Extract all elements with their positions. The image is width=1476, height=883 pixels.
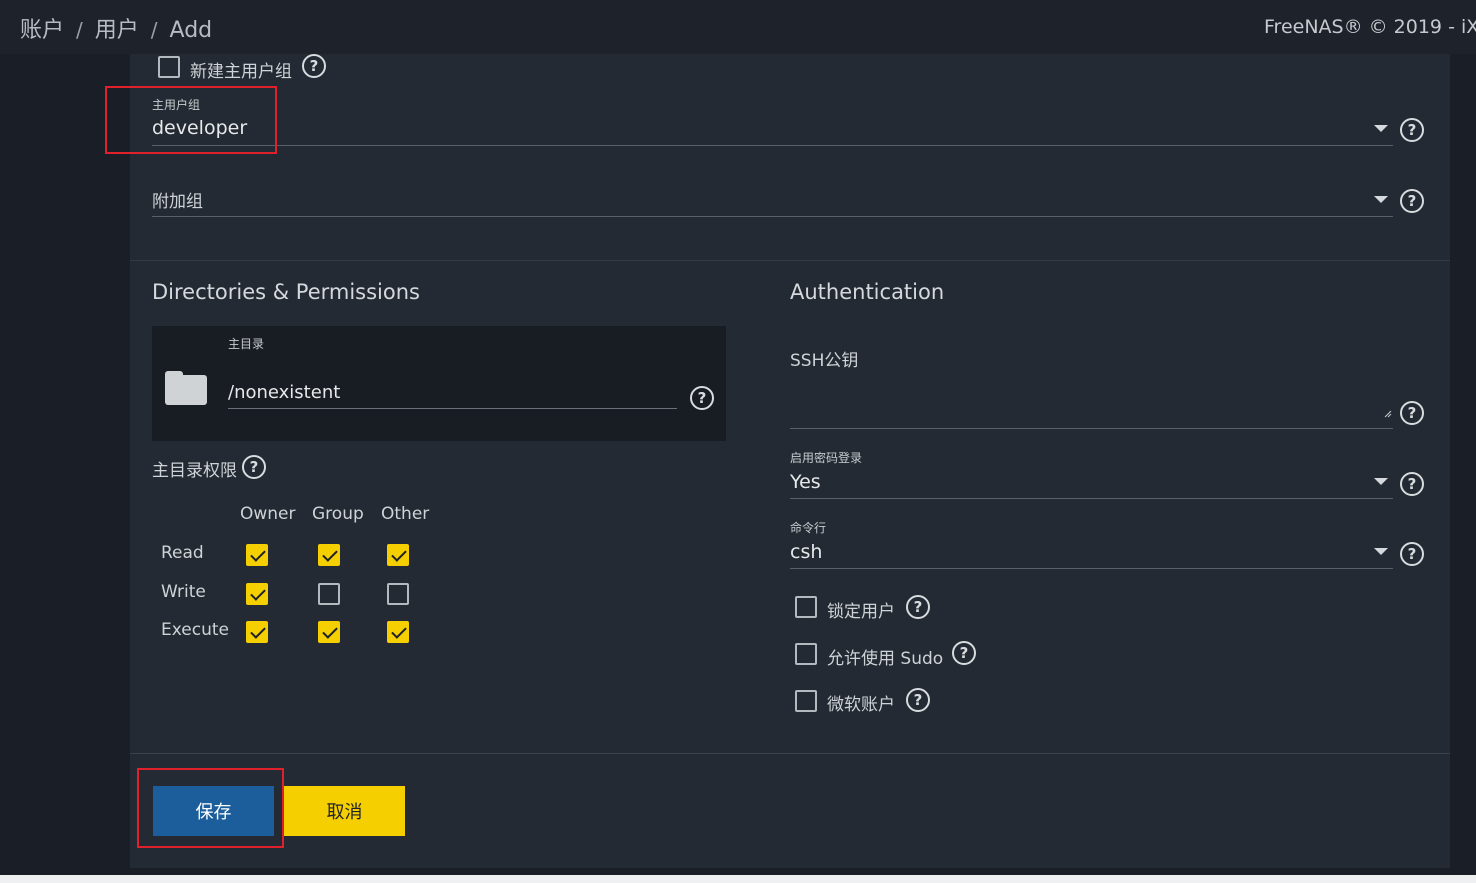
help-icon[interactable]: ? — [302, 54, 326, 78]
help-icon[interactable]: ? — [952, 641, 976, 665]
caret-down-icon[interactable] — [1374, 196, 1388, 203]
home-directory-field: 主目录 /nonexistent ? — [152, 326, 726, 441]
primary-group-underline — [152, 145, 1393, 146]
breadcrumb-accounts[interactable]: 账户 — [20, 18, 64, 43]
shell-label: 命令行 — [790, 521, 827, 535]
perm-read-group-checkbox[interactable] — [318, 544, 340, 566]
breadcrumb-separator: / — [76, 18, 83, 42]
section-divider — [130, 753, 1450, 754]
password-login-underline — [790, 498, 1393, 499]
top-bar: 账户 / 用户 / Add FreeNAS® © 2019 - iX — [0, 0, 1476, 54]
perm-row-execute: Execute — [161, 620, 229, 640]
ssh-key-underline — [790, 428, 1393, 429]
sudo-checkbox[interactable] — [795, 643, 817, 665]
copyright-text: FreeNAS® © 2019 - iX — [1264, 16, 1476, 38]
breadcrumb: 账户 / 用户 / Add — [20, 12, 212, 44]
lock-user-label: 锁定用户 — [827, 602, 895, 622]
perm-read-owner-checkbox[interactable] — [246, 544, 268, 566]
annotation-highlight-primary-group — [105, 86, 277, 154]
breadcrumb-separator: / — [150, 18, 158, 42]
perm-row-write: Write — [161, 582, 206, 602]
microsoft-account-checkbox[interactable] — [795, 690, 817, 712]
new-primary-group-checkbox[interactable] — [158, 56, 180, 78]
perm-read-other-checkbox[interactable] — [387, 544, 409, 566]
help-icon[interactable]: ? — [1400, 118, 1424, 142]
password-login-label: 启用密码登录 — [790, 451, 863, 465]
page-bottom-strip — [0, 875, 1476, 883]
home-permissions-label: 主目录权限 — [152, 461, 237, 481]
resize-handle-icon[interactable] — [1384, 410, 1392, 418]
perm-write-owner-checkbox[interactable] — [246, 583, 268, 605]
breadcrumb-add: Add — [169, 18, 213, 43]
help-icon[interactable]: ? — [1400, 472, 1424, 496]
shell-value[interactable]: csh — [790, 541, 822, 563]
section-divider — [130, 260, 1450, 261]
perm-column-other: Other — [381, 504, 430, 524]
caret-down-icon[interactable] — [1374, 125, 1388, 132]
home-directory-underline — [228, 408, 677, 409]
directories-section-title: Directories & Permissions — [152, 280, 420, 304]
sudo-label: 允许使用 Sudo — [827, 649, 944, 669]
authentication-section-title: Authentication — [790, 280, 945, 304]
caret-down-icon[interactable] — [1374, 478, 1388, 485]
perm-execute-other-checkbox[interactable] — [387, 621, 409, 643]
help-icon[interactable]: ? — [906, 688, 930, 712]
new-primary-group-label: 新建主用户组 — [190, 62, 292, 82]
perm-execute-group-checkbox[interactable] — [318, 621, 340, 643]
microsoft-account-label: 微软账户 — [827, 695, 895, 715]
shell-underline — [790, 568, 1393, 569]
perm-write-other-checkbox[interactable] — [387, 583, 409, 605]
help-icon[interactable]: ? — [690, 386, 714, 410]
caret-down-icon[interactable] — [1374, 548, 1388, 555]
aux-groups-underline — [152, 216, 1393, 217]
home-directory-input[interactable]: /nonexistent — [228, 382, 340, 403]
user-form-card: 新建主用户组 ? 主用户组 developer ? 附加组 ? Director… — [105, 54, 1450, 868]
perm-column-group: Group — [312, 504, 364, 524]
perm-write-group-checkbox[interactable] — [318, 583, 340, 605]
perm-row-read: Read — [161, 543, 204, 563]
password-login-value[interactable]: Yes — [790, 471, 821, 493]
help-icon[interactable]: ? — [1400, 401, 1424, 425]
perm-column-owner: Owner — [240, 504, 296, 524]
help-icon[interactable]: ? — [906, 595, 930, 619]
home-directory-label: 主目录 — [228, 337, 265, 351]
cancel-button[interactable]: 取消 — [284, 786, 405, 836]
breadcrumb-users[interactable]: 用户 — [95, 18, 139, 43]
annotation-highlight-save — [137, 768, 284, 848]
ssh-key-label: SSH公钥 — [790, 351, 859, 371]
lock-user-checkbox[interactable] — [795, 596, 817, 618]
help-icon[interactable]: ? — [1400, 542, 1424, 566]
aux-groups-label: 附加组 — [152, 192, 203, 212]
perm-execute-owner-checkbox[interactable] — [246, 621, 268, 643]
help-icon[interactable]: ? — [1400, 189, 1424, 213]
help-icon[interactable]: ? — [242, 455, 266, 479]
